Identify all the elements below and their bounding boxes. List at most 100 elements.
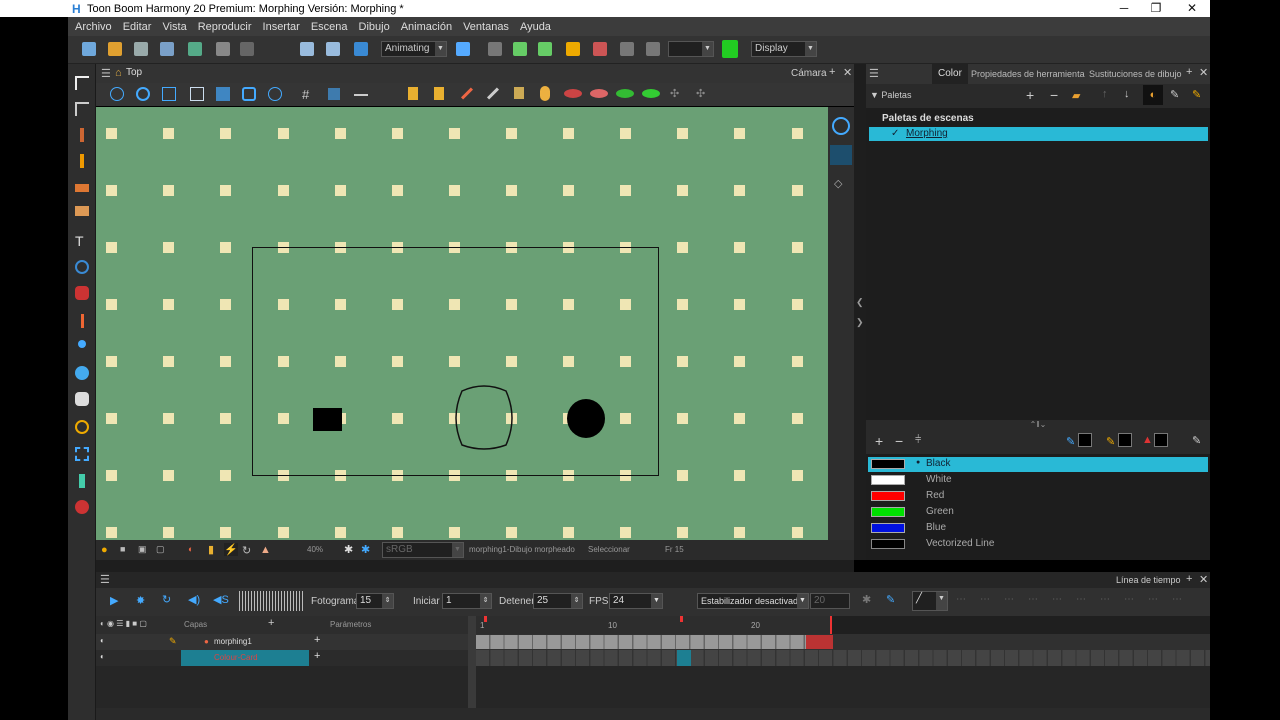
layer-icon[interactable] bbox=[354, 42, 368, 56]
camera-viewport[interactable] bbox=[96, 107, 828, 540]
close-button[interactable]: ✕ bbox=[1174, 0, 1210, 17]
redo-icon[interactable] bbox=[240, 42, 254, 56]
bulb-icon[interactable]: ● bbox=[101, 544, 108, 556]
lock-icon[interactable] bbox=[408, 87, 418, 100]
flag-icon[interactable] bbox=[722, 40, 738, 58]
pencil-color-swatch[interactable] bbox=[1118, 433, 1132, 447]
morph-icon[interactable] bbox=[75, 420, 89, 434]
save-icon[interactable] bbox=[134, 42, 148, 56]
layer-visibility-icon[interactable]: ◐ bbox=[100, 636, 105, 645]
menu-dibujo[interactable]: Dibujo bbox=[359, 21, 390, 33]
color-row[interactable]: White bbox=[868, 473, 1208, 488]
rotate-tool-icon[interactable] bbox=[136, 87, 150, 101]
dash-line-icon[interactable] bbox=[486, 87, 500, 100]
stamp-tool-icon[interactable] bbox=[514, 87, 524, 99]
animate-icon[interactable] bbox=[456, 42, 470, 56]
color-row[interactable]: Red bbox=[868, 489, 1208, 504]
dropper-color-icon[interactable]: ✎ bbox=[1066, 435, 1075, 448]
play-selection-icon[interactable]: ✸ bbox=[136, 594, 145, 607]
paste-icon[interactable] bbox=[326, 42, 340, 56]
circle-shape[interactable] bbox=[567, 399, 605, 438]
menu-ventanas[interactable]: Ventanas bbox=[463, 21, 509, 33]
export-icon[interactable] bbox=[188, 42, 202, 56]
menu-vista[interactable]: Vista bbox=[162, 21, 186, 33]
stabilizer-combo[interactable]: Estabilizador desactivado ▼ bbox=[697, 593, 809, 609]
morph-shape[interactable] bbox=[448, 385, 520, 451]
pivot-reset-icon[interactable] bbox=[268, 87, 282, 101]
loop-icon[interactable]: ↻ bbox=[162, 593, 171, 606]
edit-color-icon[interactable]: ✎ bbox=[1192, 434, 1201, 447]
text-icon[interactable]: T bbox=[75, 234, 89, 248]
light-icon[interactable] bbox=[540, 86, 550, 101]
stabilizer-value-field[interactable]: 20 bbox=[810, 593, 850, 609]
timeline-ruler[interactable]: 1 10 20 30 40 50 bbox=[476, 616, 1210, 634]
color-gear-icon[interactable]: ✱ bbox=[361, 543, 370, 556]
palette-splitter[interactable]: ⌃‖⌄ bbox=[866, 420, 1210, 430]
menu-animacion[interactable]: Animación bbox=[401, 21, 452, 33]
add-param-icon[interactable]: + bbox=[314, 634, 320, 646]
close-icon[interactable]: ✕ bbox=[843, 66, 852, 79]
onion-icon[interactable] bbox=[488, 42, 502, 56]
track-colour-card[interactable] bbox=[476, 650, 1210, 666]
snap-contour-icon[interactable] bbox=[328, 88, 340, 100]
brush-icon[interactable] bbox=[80, 128, 84, 142]
hand-icon[interactable] bbox=[75, 392, 89, 406]
grid2-icon[interactable] bbox=[646, 42, 660, 56]
expand-icon[interactable]: ◇ bbox=[834, 177, 842, 190]
start-field[interactable]: 1 ⇕ bbox=[442, 593, 492, 609]
start-marker[interactable] bbox=[484, 616, 487, 622]
skew-tool-icon[interactable] bbox=[190, 87, 204, 101]
collapse-right-icon[interactable]: ❯ bbox=[856, 317, 864, 328]
remove-palette-icon[interactable]: − bbox=[1050, 87, 1058, 103]
color-row[interactable]: Green bbox=[868, 505, 1208, 520]
menu-insertar[interactable]: Insertar bbox=[263, 21, 300, 33]
line-icon[interactable] bbox=[460, 87, 474, 100]
scale-tool-icon[interactable] bbox=[162, 87, 176, 101]
down-icon[interactable]: ↓ bbox=[1124, 88, 1130, 100]
menu-icon[interactable]: ☰ bbox=[101, 67, 111, 80]
stamp-view-icon[interactable]: ▲ bbox=[260, 544, 271, 556]
eye-icon[interactable] bbox=[832, 117, 850, 135]
pen-icon[interactable] bbox=[79, 474, 85, 488]
pencil-icon[interactable] bbox=[80, 154, 84, 168]
brush-set-icon[interactable]: ✎ bbox=[886, 593, 895, 606]
layer-row-morphing1[interactable]: ◐ ✎ ● morphing1 + bbox=[96, 634, 468, 650]
save-as-icon[interactable] bbox=[160, 42, 174, 56]
play-icon[interactable]: ▶ bbox=[110, 594, 118, 607]
onion-prev-icon[interactable] bbox=[590, 89, 608, 98]
color-row[interactable]: ● Black bbox=[868, 457, 1208, 472]
rotate-icon[interactable] bbox=[75, 366, 89, 380]
onion-next-icon[interactable] bbox=[642, 89, 660, 98]
onion-green-icon[interactable] bbox=[616, 89, 634, 98]
minimize-button[interactable]: ─ bbox=[1106, 0, 1142, 17]
bbox-icon[interactable] bbox=[566, 42, 580, 56]
palettes-label[interactable]: ▼ Paletas bbox=[870, 90, 911, 100]
breadcrumb[interactable]: Top bbox=[126, 67, 142, 78]
fps-field[interactable]: 24 ▼ bbox=[609, 593, 663, 609]
add-palette-icon[interactable]: + bbox=[1026, 87, 1034, 103]
undock-icon[interactable]: + bbox=[1186, 573, 1192, 585]
transform-icon[interactable] bbox=[593, 42, 607, 56]
onion-skin-icon[interactable]: ◐ bbox=[188, 544, 193, 554]
menu-editar[interactable]: Editar bbox=[123, 21, 152, 33]
safe-area-icon[interactable]: ▣ bbox=[138, 544, 147, 555]
vertical-splitter[interactable]: ❮ ❯ bbox=[854, 64, 866, 560]
bucket-color-icon[interactable]: ▲ bbox=[1142, 434, 1153, 446]
hierarchy-icon[interactable] bbox=[538, 42, 552, 56]
fill-color-swatch[interactable] bbox=[1154, 433, 1168, 447]
maximize-button[interactable]: ❐ bbox=[1138, 0, 1174, 17]
layer-name[interactable]: Colour-Card bbox=[214, 653, 258, 662]
onion-red-icon[interactable] bbox=[564, 89, 582, 98]
remove-color-icon[interactable]: − bbox=[895, 433, 903, 449]
color-space-combo[interactable]: sRGB ▼ bbox=[382, 542, 464, 558]
brush-palette-icon[interactable]: ✎ bbox=[1170, 88, 1179, 101]
layer-visibility-icon[interactable]: ◐ bbox=[100, 652, 105, 661]
splitter[interactable] bbox=[96, 560, 854, 572]
sound-scrub-icon[interactable]: ◀S bbox=[213, 593, 229, 606]
morph-frames[interactable] bbox=[476, 635, 833, 649]
tab-color[interactable]: Color bbox=[932, 64, 968, 84]
add-color-icon[interactable]: + bbox=[875, 433, 883, 449]
dropper-icon[interactable] bbox=[81, 314, 84, 328]
peg-icon[interactable] bbox=[513, 42, 527, 56]
copy-icon[interactable] bbox=[300, 42, 314, 56]
